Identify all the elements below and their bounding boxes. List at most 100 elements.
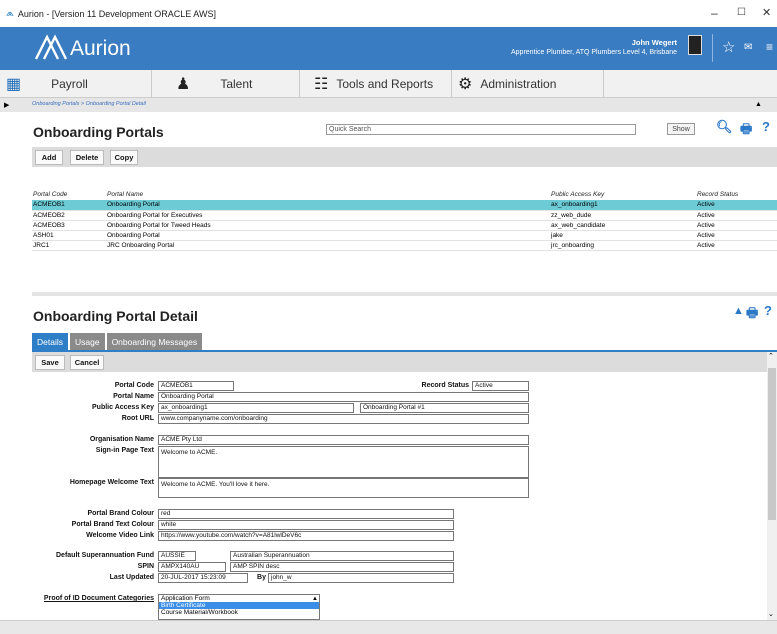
super-fund-label: Default Superannuation Fund (56, 552, 154, 559)
portal-name-label: Portal Name (113, 393, 154, 400)
window-titlebar: ⩕ Aurion - [Version 11 Development ORACL… (0, 0, 777, 27)
portal-code-field[interactable]: ACMEOB1 (158, 381, 234, 391)
detail-tabs: Details Usage Onboarding Messages (32, 333, 204, 350)
column-header-portal-code[interactable]: Portal Code (32, 189, 106, 200)
add-button[interactable]: Add (35, 150, 63, 165)
breadcrumb[interactable]: Onboarding Portals > Onboarding Portal D… (32, 101, 146, 107)
detail-form: Portal Code ACMEOB1 Record Status Active… (32, 372, 767, 620)
aurion-app-icon: ⩕ (6, 8, 14, 19)
portals-table: Portal Code Portal Name Public Access Ke… (32, 189, 777, 251)
signin-text-field[interactable]: Welcome to ACME. (158, 446, 529, 478)
menu-icon[interactable]: ≡ (766, 40, 773, 54)
status-bar (0, 620, 777, 634)
star-icon[interactable]: ☆ (722, 38, 735, 56)
super-fund-code-field[interactable]: AUSSIE (158, 551, 196, 561)
scroll-thumb[interactable] (768, 368, 776, 520)
left-gutter (0, 112, 32, 620)
payroll-icon: ▦ (6, 76, 22, 93)
root-url-field[interactable]: www.companyname.com/onboarding (158, 414, 529, 424)
tab-details[interactable]: Details (32, 333, 68, 350)
brand-colour-field[interactable]: red (158, 509, 454, 519)
cell-portal-name: Onboarding Portal for Executives (106, 210, 550, 221)
cancel-button[interactable]: Cancel (70, 355, 104, 370)
last-updated-label: Last Updated (109, 574, 154, 581)
brand-name: Aurion (70, 37, 131, 60)
print-icon[interactable]: 🖶 (740, 120, 752, 142)
cell-portal-code: JRC1 (32, 240, 106, 251)
public-access-key-label: Public Access Key (92, 404, 154, 411)
tab-usage[interactable]: Usage (69, 333, 105, 350)
spin-field[interactable]: AMPX140AU (158, 562, 226, 572)
cell-portal-name: Onboarding Portal (106, 230, 550, 241)
main-nav: ▦ Payroll ♟ Talent ☷ Tools and Reports ⚙… (0, 70, 777, 98)
brand-text-colour-field[interactable]: white (158, 520, 454, 530)
user-role: Apprentice Plumber, ATQ Plumbers Level 4… (510, 49, 677, 56)
column-header-portal-name[interactable]: Portal Name (106, 189, 550, 200)
mail-icon[interactable]: ✉ (744, 42, 752, 53)
table-footer (32, 292, 777, 296)
nav-tools-reports[interactable]: ☷ Tools and Reports (300, 70, 452, 98)
search-input[interactable]: Quick Search (326, 124, 636, 135)
nav-administration-label: Administration (480, 77, 557, 91)
nav-talent[interactable]: ♟ Talent (152, 70, 300, 98)
video-link-label: Welcome Video Link (86, 532, 154, 539)
scroll-down-arrow-icon[interactable]: ⌄ (768, 610, 774, 618)
collapse-left-icon[interactable]: ▶ (4, 101, 9, 109)
org-name-field[interactable]: ACME Pty Ltd (158, 435, 529, 445)
list-item[interactable]: Course Material/Workbook (159, 609, 319, 616)
homepage-text-label: Homepage Welcome Text (69, 479, 154, 486)
help-icon[interactable]: ? (762, 119, 770, 134)
detail-help-icon[interactable]: ? (764, 303, 772, 318)
proof-id-label[interactable]: Proof of ID Document Categories (32, 595, 154, 602)
column-header-public-access-key[interactable]: Public Access Key (550, 189, 696, 200)
table-row[interactable]: ACMEOB3 Onboarding Portal for Tweed Head… (32, 220, 777, 231)
reports-icon: ☷ (314, 76, 329, 93)
maximize-button[interactable]: ☐ (737, 7, 746, 18)
tab-onboarding-messages[interactable]: Onboarding Messages (106, 333, 203, 350)
column-header-record-status[interactable]: Record Status (696, 189, 777, 200)
cell-portal-code: ACMEOB1 (32, 200, 106, 211)
table-row[interactable]: ACMEOB2 Onboarding Portal for Executives… (32, 210, 777, 221)
listbox-scroll-up-icon[interactable]: ▲ (312, 596, 318, 602)
scroll-up-arrow-icon[interactable]: ⌃ (768, 352, 774, 360)
minimize-button[interactable]: – (711, 6, 718, 20)
copy-button[interactable]: Copy (110, 150, 138, 165)
cell-status: Active (696, 210, 777, 221)
cell-access-key: ax_onboarding1 (550, 200, 696, 211)
record-status-field[interactable]: Active (472, 381, 529, 391)
header-divider (712, 34, 713, 62)
proof-id-listbox[interactable]: Application Form Birth Certificate Cours… (158, 594, 320, 620)
public-access-key-field[interactable]: ax_onboarding1 (158, 403, 354, 413)
scroll-up-icon[interactable]: ▲ (755, 101, 762, 108)
list-item[interactable]: Birth Certificate (159, 602, 319, 609)
table-row[interactable]: JRC1 JRC Onboarding Portal jrc_onboardin… (32, 240, 777, 251)
save-button[interactable]: Save (35, 355, 65, 370)
close-button[interactable]: ✕ (762, 6, 771, 19)
search-icon[interactable]: 🔍︎ (716, 119, 733, 135)
show-button[interactable]: Show (667, 123, 695, 135)
table-row[interactable]: ASH01 Onboarding Portal jake Active (32, 230, 777, 241)
video-link-field[interactable]: https://www.youtube.com/watch?v=A81lwlDe… (158, 531, 454, 541)
detail-print-icon[interactable]: 🖶 (746, 304, 758, 326)
nav-talent-label: Talent (220, 77, 253, 91)
cell-status: Active (696, 230, 777, 241)
nav-payroll[interactable]: ▦ Payroll (0, 70, 152, 98)
cell-access-key: zz_web_dude (550, 210, 696, 221)
nav-administration[interactable]: ⚙ Administration (452, 70, 604, 98)
window-title: Aurion - [Version 11 Development ORACLE … (17, 8, 216, 19)
cell-status: Active (696, 200, 777, 211)
portal-name-field[interactable]: Onboarding Portal (158, 392, 529, 402)
table-row[interactable]: ACMEOB1 Onboarding Portal ax_onboarding1… (32, 200, 777, 211)
avatar[interactable] (688, 35, 702, 55)
cell-portal-name: JRC Onboarding Portal (106, 240, 550, 251)
nav-payroll-label: Payroll (51, 77, 88, 91)
delete-button[interactable]: Delete (70, 150, 104, 165)
spin-label: SPIN (137, 563, 154, 570)
homepage-text-field[interactable]: Welcome to ACME. You'll love it here. (158, 478, 529, 498)
collapse-up-icon[interactable]: ▲ (733, 305, 744, 317)
list-item[interactable]: Application Form (159, 595, 319, 602)
org-name-label: Organisation Name (89, 436, 154, 443)
cell-access-key: jake (550, 230, 696, 241)
detail-scrollbar[interactable]: ⌃ ⌄ (767, 352, 777, 620)
breadcrumb-bar: ▶ Onboarding Portals > Onboarding Portal… (0, 98, 777, 112)
